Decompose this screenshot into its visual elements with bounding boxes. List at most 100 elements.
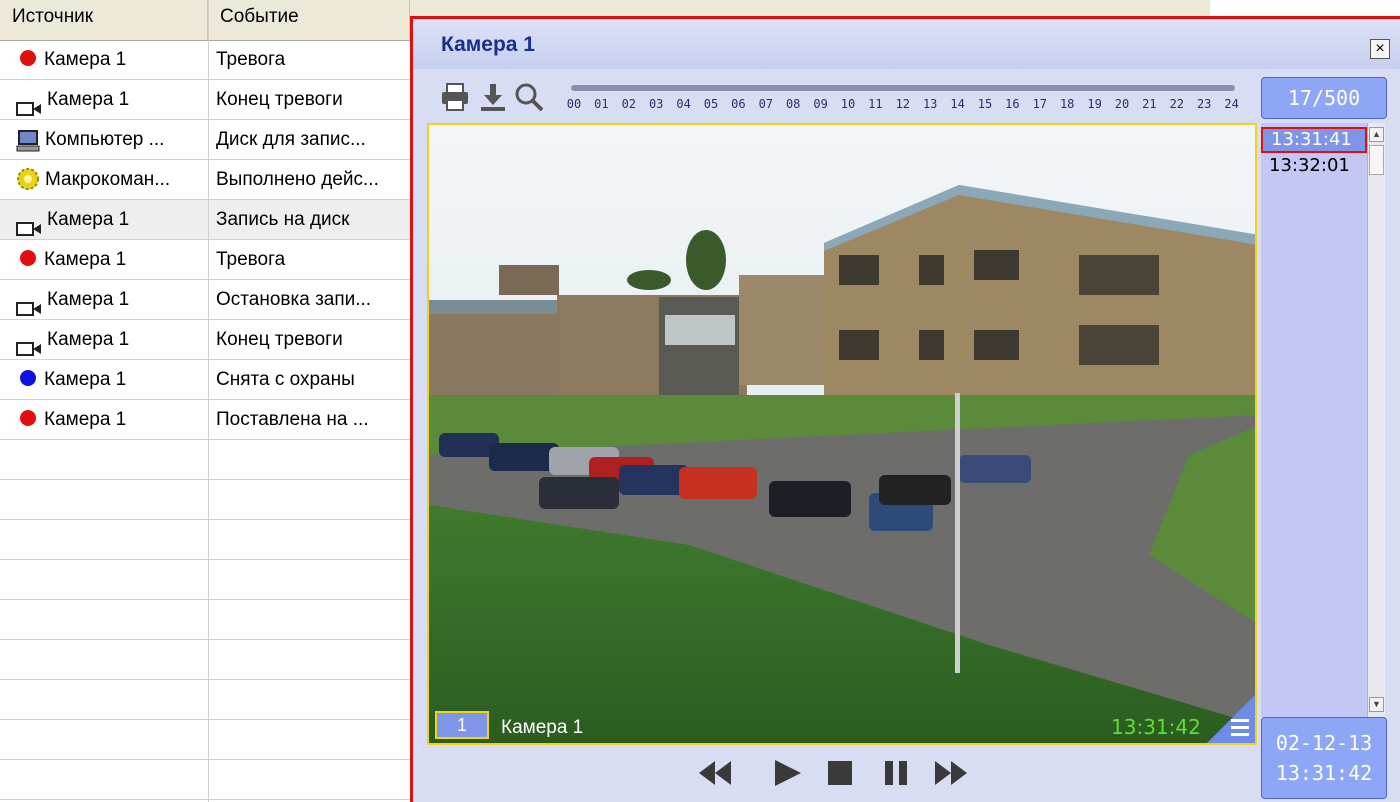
timeline-hour-label: 17 bbox=[1032, 97, 1048, 111]
source-text: Камера 1 bbox=[44, 249, 127, 270]
print-icon[interactable] bbox=[439, 81, 471, 113]
source-cell: Камера 1 bbox=[16, 320, 204, 360]
close-button[interactable]: × bbox=[1370, 39, 1390, 59]
table-header: Источник Событие bbox=[0, 0, 410, 41]
table-row[interactable]: Макрокоман... Выполнено дейс... bbox=[0, 160, 410, 200]
timeline-hour-label: 03 bbox=[648, 97, 664, 111]
table-row[interactable] bbox=[0, 720, 410, 760]
timeline-hour-label: 24 bbox=[1224, 97, 1239, 111]
source-cell: Макрокоман... bbox=[16, 160, 204, 200]
date-value: 02-12-13 bbox=[1275, 731, 1373, 755]
fast-forward-icon[interactable] bbox=[933, 757, 969, 789]
event-cell: Выполнено дейс... bbox=[216, 169, 379, 190]
play-icon[interactable] bbox=[769, 757, 805, 789]
timeline-hour-label: 16 bbox=[1005, 97, 1020, 111]
table-row[interactable]: Камера 1 Конец тревоги bbox=[0, 80, 410, 120]
source-text: Камера 1 bbox=[44, 49, 127, 70]
red-dot-icon bbox=[20, 50, 36, 66]
column-divider bbox=[208, 0, 209, 802]
table-row[interactable]: Камера 1 Тревога bbox=[0, 40, 410, 80]
source-cell: Камера 1 bbox=[16, 40, 204, 80]
toolbar: 00 01 02 03 04 05 06 07 08 09 10 11 12 13 14 15 16 17 18 19… bbox=[413, 69, 1263, 125]
table-row[interactable] bbox=[0, 440, 410, 480]
source-text: Макрокоман... bbox=[45, 169, 171, 190]
time-list-item[interactable]: 13:32:01 bbox=[1261, 153, 1367, 179]
table-row[interactable]: Камера 1 Конец тревоги bbox=[0, 320, 410, 360]
event-cell: Снята с охраны bbox=[216, 369, 355, 390]
timeline-hour-label: 18 bbox=[1059, 97, 1075, 111]
event-cell: Поставлена на ... bbox=[216, 409, 369, 430]
event-cell: Диск для запис... bbox=[216, 129, 366, 150]
table-row[interactable] bbox=[0, 520, 410, 560]
camera-icon bbox=[16, 331, 42, 356]
source-text: Камера 1 bbox=[47, 89, 130, 110]
source-cell: Камера 1 bbox=[16, 200, 204, 240]
table-row[interactable]: Камера 1 Тревога bbox=[0, 240, 410, 280]
timeline-hour-label: 13 bbox=[922, 97, 938, 111]
header-strip bbox=[410, 0, 1210, 17]
timeline-hour-label: 14 bbox=[950, 97, 965, 111]
table-row[interactable] bbox=[0, 560, 410, 600]
source-cell: Компьютер ... bbox=[16, 120, 204, 160]
camera-title: Камера 1 bbox=[441, 33, 535, 56]
table-row[interactable]: Камера 1 Снята с охраны bbox=[0, 360, 410, 400]
scroll-up-icon[interactable]: ▲ bbox=[1369, 127, 1384, 142]
frame-counter: 17/500 bbox=[1261, 77, 1387, 119]
timeline-hour-label: 12 bbox=[895, 97, 911, 111]
video-frame[interactable]: 1 Камера 1 13:31:42 bbox=[427, 123, 1257, 745]
source-text: Камера 1 bbox=[47, 329, 130, 350]
source-cell: Камера 1 bbox=[16, 240, 204, 280]
time-list-item[interactable]: 13:31:41 bbox=[1261, 127, 1367, 153]
table-row[interactable]: Камера 1 Остановка запи... bbox=[0, 280, 410, 320]
source-cell: Камера 1 bbox=[16, 80, 204, 120]
timeline-hour-label: 00 bbox=[566, 97, 582, 111]
scroll-down-icon[interactable]: ▼ bbox=[1369, 697, 1384, 712]
time-value: 13:31:42 bbox=[1275, 761, 1373, 785]
table-row[interactable]: Камера 1 Запись на диск bbox=[0, 200, 410, 240]
scroll-thumb[interactable] bbox=[1369, 145, 1384, 175]
timeline-bar[interactable] bbox=[571, 85, 1235, 91]
date-time-display: 02-12-13 13:31:42 bbox=[1261, 717, 1387, 799]
event-cell: Запись на диск bbox=[216, 209, 350, 230]
timeline-hour-label: 11 bbox=[868, 97, 883, 111]
menu-icon[interactable] bbox=[1207, 695, 1255, 743]
table-row[interactable] bbox=[0, 680, 410, 720]
timeline-hour-label: 02 bbox=[621, 97, 637, 111]
event-cell: Конец тревоги bbox=[216, 89, 343, 110]
timeline-hour-label: 23 bbox=[1196, 97, 1212, 111]
camera-number-badge[interactable]: 1 bbox=[435, 711, 489, 739]
event-cell: Конец тревоги bbox=[216, 329, 343, 350]
column-header-source[interactable]: Источник bbox=[0, 0, 208, 40]
column-header-event[interactable]: Событие bbox=[208, 0, 410, 40]
timeline[interactable]: 00 01 02 03 04 05 06 07 08 09 10 11 12 13 14 15 16 17 18 19… bbox=[567, 83, 1239, 119]
source-text: Камера 1 bbox=[44, 369, 127, 390]
table-row[interactable]: Камера 1 Поставлена на ... bbox=[0, 400, 410, 440]
timeline-hour-label: 07 bbox=[758, 97, 774, 111]
table-row[interactable] bbox=[0, 640, 410, 680]
timeline-hour-label: 21 bbox=[1142, 97, 1157, 111]
source-cell: Камера 1 bbox=[16, 360, 204, 400]
timeline-hour-label: 22 bbox=[1169, 97, 1185, 111]
event-cell: Остановка запи... bbox=[216, 289, 372, 310]
timeline-hour-label: 06 bbox=[731, 97, 746, 111]
download-icon[interactable] bbox=[477, 81, 509, 113]
table-row[interactable]: Компьютер ... Диск для запис... bbox=[0, 120, 410, 160]
timeline-hour-label: 01 bbox=[594, 97, 609, 111]
event-cell: Тревога bbox=[216, 49, 286, 70]
rewind-icon[interactable] bbox=[697, 757, 733, 789]
source-text: Камера 1 bbox=[47, 289, 130, 310]
search-icon[interactable] bbox=[513, 81, 545, 113]
source-cell: Камера 1 bbox=[16, 400, 204, 440]
event-log-table: Источник Событие Камера 1 Тревога Камера 1… bbox=[0, 0, 410, 802]
source-text: Камера 1 bbox=[47, 209, 130, 230]
pause-icon[interactable] bbox=[879, 757, 915, 789]
blue-dot-icon bbox=[20, 370, 36, 386]
table-row[interactable] bbox=[0, 600, 410, 640]
table-row[interactable] bbox=[0, 760, 410, 800]
camera-icon bbox=[16, 211, 42, 236]
table-row[interactable] bbox=[0, 480, 410, 520]
red-dot-icon bbox=[20, 410, 36, 426]
title-bar: Камера 1 × bbox=[413, 19, 1400, 69]
stop-icon[interactable] bbox=[823, 757, 859, 789]
scrollbar[interactable]: ▲ ▼ bbox=[1367, 123, 1385, 717]
